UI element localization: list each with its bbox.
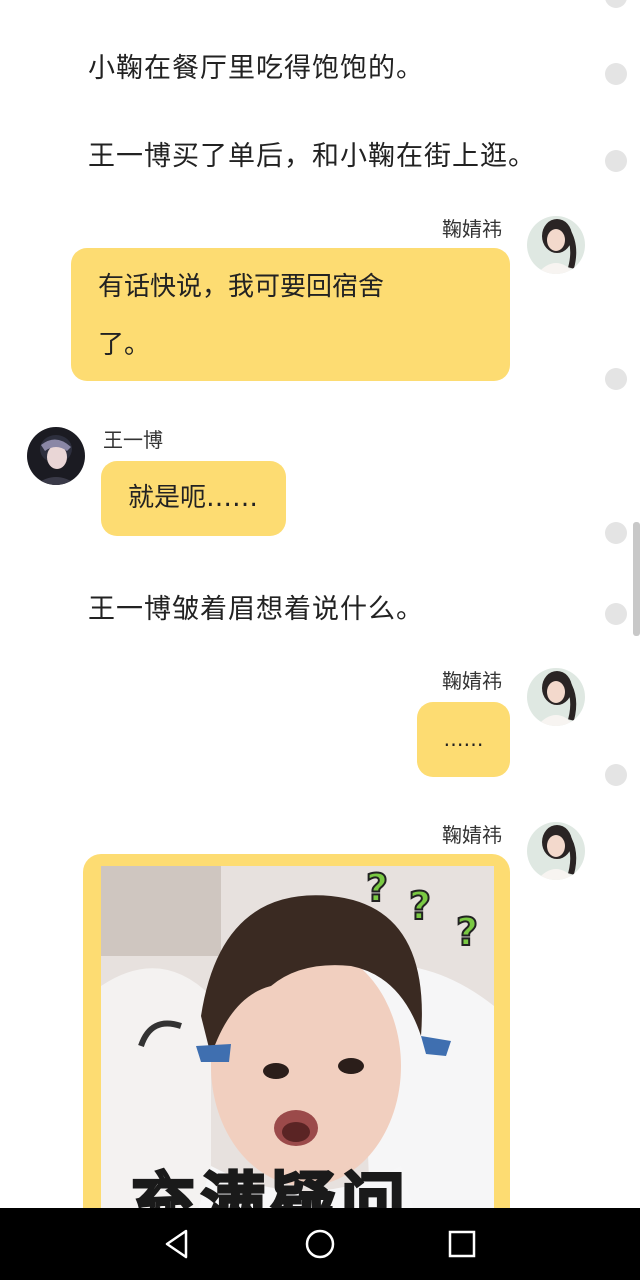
avatar[interactable]: [527, 822, 585, 880]
paragraph-marker[interactable]: [605, 603, 627, 625]
paragraph-marker[interactable]: [605, 522, 627, 544]
paragraph-marker[interactable]: [605, 63, 627, 85]
sender-name: 鞠婧祎: [442, 217, 502, 241]
narration-text: 王一博买了单后，和小鞠在街上逛。: [88, 141, 536, 172]
sender-name: 鞠婧祎: [442, 669, 502, 693]
sender-name: 鞠婧祎: [442, 823, 502, 847]
navigation-bar: [0, 1208, 640, 1280]
paragraph-marker[interactable]: [605, 764, 627, 786]
home-icon[interactable]: [302, 1226, 338, 1262]
narration-text: 王一博皱着眉想着说什么。: [88, 594, 424, 625]
message-text: ……: [443, 727, 484, 751]
message-bubble[interactable]: 就是呃……: [101, 461, 286, 536]
paragraph-marker[interactable]: [605, 0, 627, 8]
recents-icon[interactable]: [444, 1226, 480, 1262]
avatar[interactable]: [527, 668, 585, 726]
question-mark-icon: ?: [408, 883, 432, 929]
question-mark-icon: ?: [455, 909, 479, 955]
sticker-bubble[interactable]: ? ? ? 充满疑问: [83, 854, 510, 1234]
paragraph-marker[interactable]: [605, 150, 627, 172]
paragraph-marker[interactable]: [605, 368, 627, 390]
sticker-image: ? ? ? 充满疑问: [101, 866, 494, 1234]
back-icon[interactable]: [160, 1226, 196, 1262]
avatar[interactable]: [27, 427, 85, 485]
message-bubble[interactable]: ……: [417, 702, 510, 777]
message-text: 有话快说，我可要回宿舍: [98, 272, 385, 302]
avatar[interactable]: [527, 216, 585, 274]
message-bubble[interactable]: 有话快说，我可要回宿舍 了。: [71, 248, 510, 381]
message-text: 就是呃……: [128, 483, 259, 513]
question-mark-icon: ?: [365, 866, 389, 911]
message-text: 了。: [98, 330, 151, 360]
scrollbar[interactable]: [633, 522, 640, 636]
narration-text: 小鞠在餐厅里吃得饱饱的。: [88, 53, 424, 84]
sender-name: 王一博: [103, 428, 163, 452]
